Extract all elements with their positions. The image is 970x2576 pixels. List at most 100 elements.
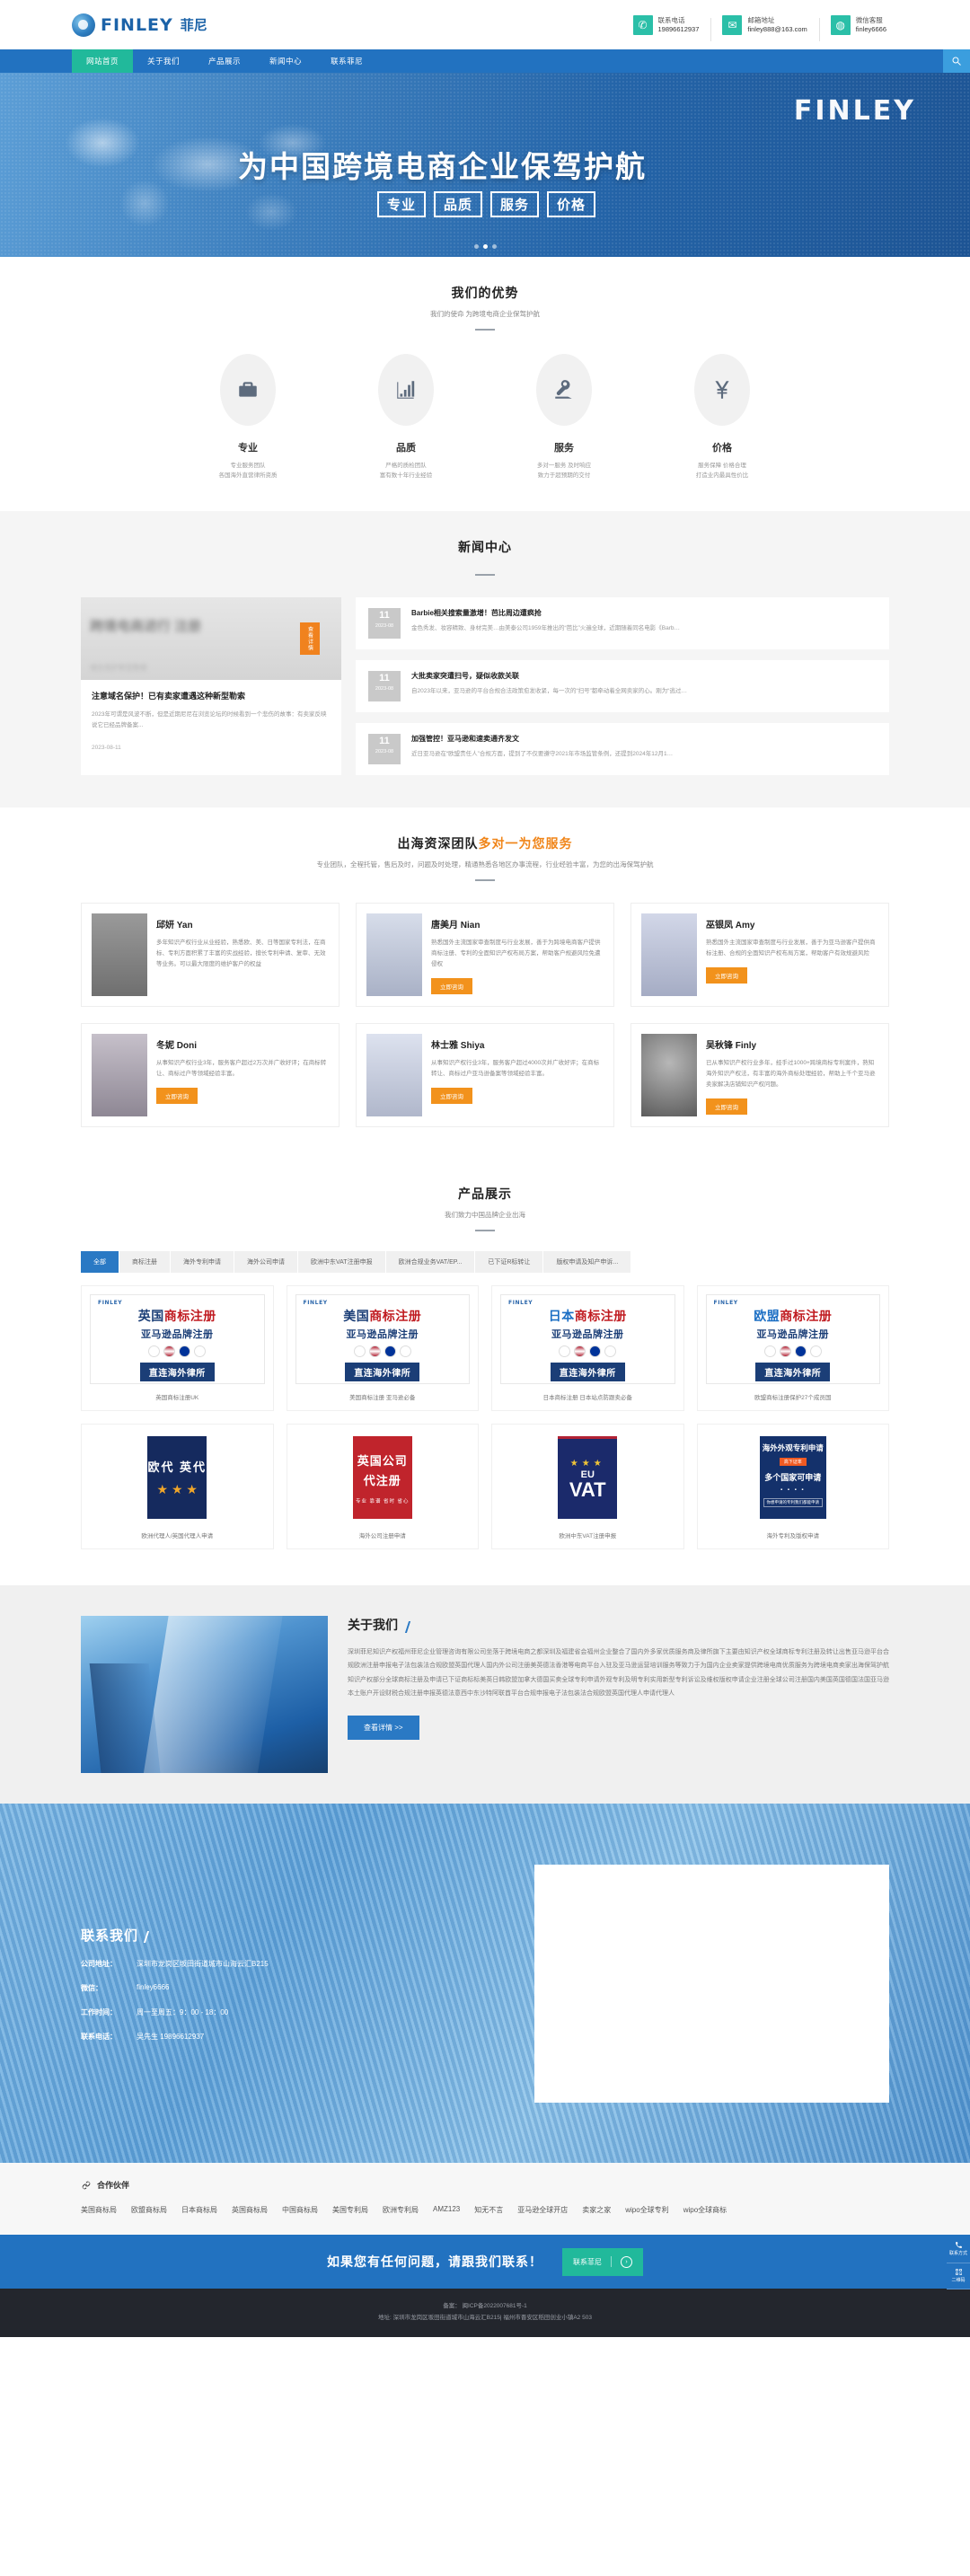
poster-logo: FINLEY [98, 1300, 123, 1307]
news-list-item[interactable]: 11 2023-08 Barbie相关搜索量激增！芭比周边遭疯抢 金色秀发、妆容… [356, 597, 889, 650]
product-tab-compliance[interactable]: 欧洲合规业务VAT/EP... [385, 1251, 475, 1274]
site-logo[interactable]: FINLEY 菲尼 [72, 13, 207, 37]
advantage-icon-wrap [536, 354, 592, 426]
partner-link[interactable]: wipo全球专利 [625, 2205, 668, 2215]
news-feature-card[interactable]: 跨境电商进行 注册 域名保护新型勒索 查看详情 注意域名保护！已有卖家遭遇这种新… [81, 597, 341, 776]
poster-flags [353, 1345, 411, 1358]
advantage-title: 价格 [712, 443, 732, 454]
team-member-card[interactable]: 邱妍 Yan 多年知识产权行业从业经验，熟悉欧、美、日等国家专利法，在商标、专利… [81, 903, 340, 1008]
team-member-card[interactable]: 唐美月 Nian 熟悉国外主流国家审查制度与行业发展，善于为跨境电商客户提供商标… [356, 903, 614, 1008]
advantage-card-quality[interactable]: 品质 严格的质检团队 富有数十年行业经验 [357, 354, 455, 481]
news-feature-badge[interactable]: 查看详情 [300, 622, 320, 656]
partner-link[interactable]: 日本商标局 [181, 2205, 217, 2215]
product-tab-trademark[interactable]: 商标注册 [119, 1251, 170, 1274]
advantage-card-professional[interactable]: 专业 专业服务团队 各国海外直营律所资质 [198, 354, 297, 481]
product-image: FINLEY 欧盟商标注册 亚马逊品牌注册 直连海外律所 [705, 1294, 880, 1385]
nav-item-contact[interactable]: 联系菲尼 [316, 49, 377, 73]
section-subtitle: 我们的使命 为跨境电商企业保驾护航 [429, 310, 541, 318]
hero-banner: FINLEY 为中国跨境电商企业保驾护航 专业 品质 服务 价格 [0, 73, 970, 257]
partner-link[interactable]: 中国商标局 [282, 2205, 318, 2215]
arrow-right-icon: › [621, 2255, 632, 2268]
partner-link[interactable]: AMZ123 [433, 2205, 460, 2215]
product-card[interactable]: ★★★ EU VAT 欧洲中东VAT注册申报 [491, 1424, 684, 1550]
flag-japan-icon [559, 1345, 571, 1358]
product-tab-rmark[interactable]: 已下证R标转让 [475, 1251, 543, 1274]
product-card[interactable]: 英国公司 代注册 专业 靠谱 省时 省心 海外公司注册申请 [286, 1424, 479, 1550]
product-card[interactable]: FINLEY 欧盟商标注册 亚马逊品牌注册 直连海外律所 欧盟商标注册保护27个… [696, 1285, 889, 1412]
advantage-card-price[interactable]: 价格 服务保障 价格合理 打造业内最具性价比 [673, 354, 772, 481]
search-icon[interactable] [943, 49, 970, 73]
product-card[interactable]: FINLEY 美国商标注册 亚马逊品牌注册 直连海外律所 美国商标注册 亚马逊必… [286, 1285, 479, 1412]
cta-button[interactable]: 联系菲尼 › [562, 2247, 643, 2276]
poster-logo: FINLEY [303, 1300, 328, 1307]
product-tab-patent[interactable]: 海外专利申请 [171, 1251, 234, 1274]
partner-link[interactable]: 英国商标局 [232, 2205, 268, 2215]
partner-link[interactable]: 亚马逊全球开店 [517, 2205, 568, 2215]
partner-link[interactable]: 卖家之家 [582, 2205, 611, 2215]
team-member-card[interactable]: 林士雅 Shiya 从事知识产权行业3年，服务客户超过4000次并广收好评；在商… [356, 1023, 614, 1128]
partner-link[interactable]: 美国商标局 [81, 2205, 117, 2215]
poster-line2: 亚马逊品牌注册 [756, 1329, 829, 1341]
partner-link[interactable]: 知无不言 [474, 2205, 503, 2215]
about-detail-button[interactable]: 查看详情 >> [348, 1715, 419, 1740]
team-member-card[interactable]: 冬妮 Doni 从事知识产权行业3年，服务客户超过2万次并广收好评；在商标转让、… [81, 1023, 340, 1128]
product-card[interactable]: 海外外观专利申请 高下证率 多个国家可申请 ▪ ▪ ▪ ▪ 你想申请的专利我们都… [696, 1424, 889, 1550]
product-card[interactable]: FINLEY 英国商标注册 亚马逊品牌注册 直连海外律所 英国商标注册UK [81, 1285, 274, 1412]
nav-item-home[interactable]: 网站首页 [72, 49, 134, 73]
nav-item-about[interactable]: 关于我们 [133, 49, 194, 73]
team-member-card[interactable]: 巫银凤 Amy 熟悉国外主流国家审查制度与行业发展，善于为亚马逊客户提供商标注册… [630, 903, 889, 1008]
news-feature-title: 注意域名保护！已有卖家遭遇这种新型勒索 [92, 692, 246, 701]
header-contact-email[interactable]: ✉ 邮箱地址 finley888@163.com [710, 14, 818, 41]
nav-item-news[interactable]: 新闻中心 [255, 49, 316, 73]
contact-key: 联系电话： [81, 2032, 117, 2041]
poster-line2: 代注册 [363, 1473, 401, 1487]
contact-value: finley6666 [855, 24, 886, 33]
dock-item-contact[interactable]: 联系方式 [947, 2236, 970, 2263]
partner-link[interactable]: 美国专利局 [332, 2205, 368, 2215]
team-consult-button[interactable]: 立即咨询 [431, 978, 472, 995]
product-tab-copyright[interactable]: 版权申请及知产申诉... [543, 1251, 631, 1274]
flag-amazon-icon [604, 1345, 617, 1358]
header-contact-phone[interactable]: ✆ 联系电话 19896612937 [622, 14, 711, 35]
contact-label: 微信客服 [855, 16, 883, 25]
team-member-photo [92, 1034, 147, 1117]
news-date-badge: 11 2023-08 [368, 608, 401, 640]
product-tab-company[interactable]: 海外公司申请 [234, 1251, 297, 1274]
partner-link[interactable]: wipo全球商标 [683, 2205, 727, 2215]
contact-map[interactable] [534, 1864, 889, 2103]
advantage-icon-wrap [378, 354, 434, 426]
team-consult-button[interactable]: 立即咨询 [706, 967, 747, 984]
section-subtitle: 我们致力中国品牌企业出海 [445, 1211, 525, 1220]
news-list-item[interactable]: 11 2023-08 加强管控！亚马逊和速卖通齐发文 近日亚马逊在“欧盟责任人”… [356, 723, 889, 776]
contact-row-phone: 联系电话： 吴先生 19896612937 [81, 2032, 377, 2042]
nav-item-products[interactable]: 产品展示 [194, 49, 255, 73]
banner-dot[interactable] [491, 244, 497, 249]
banner-dot[interactable] [473, 244, 479, 249]
banner-pagination[interactable] [0, 244, 970, 249]
team-consult-button[interactable]: 立即咨询 [706, 1098, 747, 1116]
product-grid: FINLEY 英国商标注册 亚马逊品牌注册 直连海外律所 英国商标注册UK FI… [81, 1285, 889, 1550]
poster-line2: 亚马逊品牌注册 [346, 1329, 419, 1341]
product-tab-all[interactable]: 全部 [81, 1251, 119, 1274]
dock-item-qrcode[interactable]: 二维码 [947, 2263, 970, 2289]
advantage-card-service[interactable]: 服务 多对一服务 及时响应 致力于超预期的交付 [515, 354, 613, 481]
banner-headline: 为中国跨境电商企业保驾护航 [238, 150, 647, 183]
partner-link[interactable]: 欧盟商标局 [131, 2205, 167, 2215]
news-list-item[interactable]: 11 2023-08 大批卖家突遭扫号，疑似收款关联 自2023年以来，亚马逊的… [356, 660, 889, 713]
product-card[interactable]: 欧代 英代 ★ ★ ★ 欧洲代理人/英国代理人申请 [81, 1424, 274, 1550]
header-contact-wechat[interactable]: ◍ 微信客服 finley6666 [818, 14, 898, 41]
news-date-day: 11 [379, 736, 390, 747]
team-member-photo [641, 913, 697, 997]
news-date-badge: 11 2023-08 [368, 734, 401, 765]
partners-title: 合作伙伴 [97, 2181, 130, 2191]
team-member-card[interactable]: 吴秋锋 Finly 已从事知识产权行业多年，经手过1000+跨境商标专利案件，熟… [630, 1023, 889, 1128]
flag-japan-icon [353, 1345, 366, 1358]
footer-address: 地址: 深圳市龙岗区坂田街道城市山海云汇B215| 福州市晋安区稻田创业小镇A2… [378, 2315, 592, 2322]
banner-dot-active[interactable] [482, 244, 488, 249]
team-consult-button[interactable]: 立即咨询 [431, 1088, 472, 1105]
team-consult-button[interactable]: 立即咨询 [156, 1088, 198, 1105]
team-section: 出海资深团队多对一为您服务 专业团队，全程托管，售后及时，问题及时处理，精通熟悉… [0, 807, 970, 1159]
product-card[interactable]: FINLEY 日本商标注册 亚马逊品牌注册 直连海外律所 日本商标注册 日本站点… [491, 1285, 684, 1412]
product-tab-vat[interactable]: 欧洲中东VAT注册申报 [298, 1251, 385, 1274]
partner-link[interactable]: 欧洲专利局 [383, 2205, 419, 2215]
